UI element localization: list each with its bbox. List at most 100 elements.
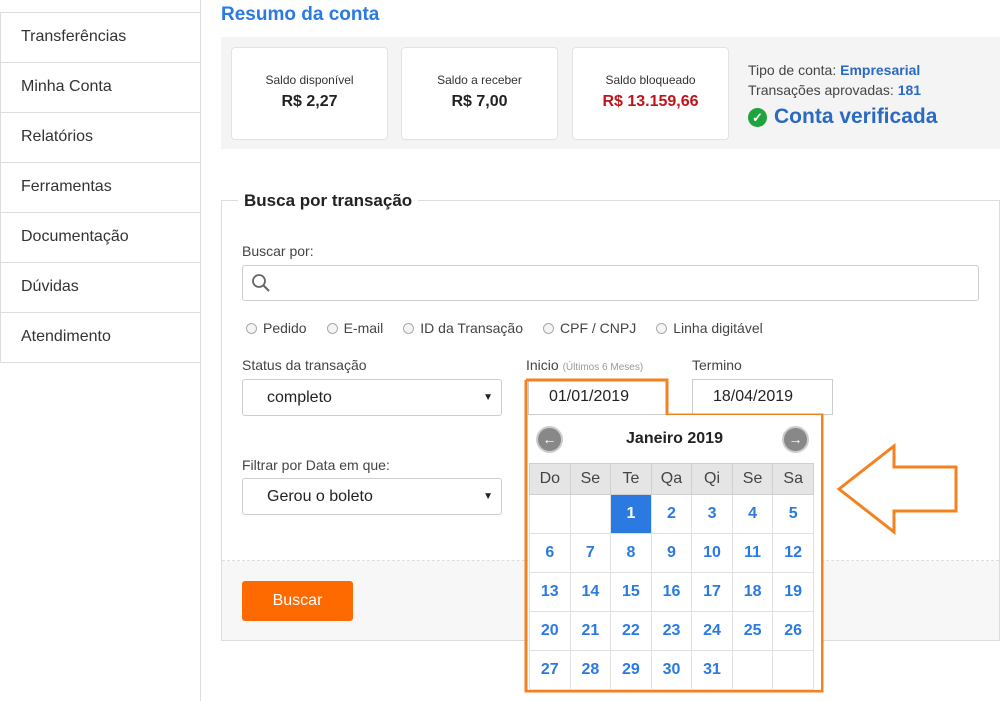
status-label: Status da transação	[242, 357, 367, 373]
radio-label: Linha digitável	[673, 320, 763, 336]
calendar-day-10[interactable]: 10	[691, 533, 733, 573]
calendar-day-13[interactable]: 13	[529, 572, 571, 612]
calendar-empty-cell	[569, 494, 612, 534]
arrow-left-icon[interactable]: ←	[536, 426, 563, 453]
calendar-day-14[interactable]: 14	[569, 572, 612, 612]
radio-linha-digitavel[interactable]: Linha digitável	[656, 320, 763, 336]
calendar-day-21[interactable]: 21	[569, 611, 612, 651]
calendar-day-11[interactable]: 11	[731, 533, 774, 573]
arrow-right-icon[interactable]: →	[782, 426, 809, 453]
balance-receivable-value: R$ 7,00	[451, 93, 508, 110]
balance-receivable-label: Saldo a receber	[437, 73, 522, 87]
balance-receivable-card: Saldo a receber R$ 7,00	[401, 47, 558, 140]
calendar-day-3[interactable]: 3	[691, 494, 733, 534]
radio-label: ID da Transação	[420, 320, 523, 336]
account-type-label: Tipo de conta:	[748, 62, 837, 78]
calendar-day-6[interactable]: 6	[529, 533, 571, 573]
radio-cpf-cnpj[interactable]: CPF / CNPJ	[543, 320, 636, 336]
calendar-day-9[interactable]: 9	[650, 533, 693, 573]
balance-blocked-value: R$ 13.159,66	[602, 93, 699, 110]
panel-title: Busca por transação	[238, 191, 419, 211]
sidebar-item-atendimento[interactable]: Atendimento	[0, 312, 200, 362]
status-select-value: completo	[267, 389, 332, 406]
balance-blocked-label: Saldo bloqueado	[605, 73, 696, 87]
balance-available-value: R$ 2,27	[281, 93, 338, 110]
search-type-radios: Pedido E-mail ID da Transação CPF / CNPJ…	[246, 320, 783, 336]
calendar-week-row: 13 14 15 16 17 18 19	[529, 572, 814, 612]
calendar-day-4[interactable]: 4	[731, 494, 774, 534]
search-input[interactable]	[242, 265, 979, 301]
caret-down-icon: ▼	[483, 491, 493, 502]
calendar-empty-cell	[529, 494, 571, 534]
calendar-day-8[interactable]: 8	[610, 533, 652, 573]
calendar-day-31[interactable]: 31	[691, 650, 733, 690]
approved-label: Transações aprovadas:	[748, 82, 894, 98]
weekday-header: Do	[529, 463, 571, 495]
sidebar-item-documentacao[interactable]: Documentação	[0, 212, 200, 262]
calendar-day-5[interactable]: 5	[772, 494, 814, 534]
search-button[interactable]: Buscar	[242, 581, 353, 621]
calendar-day-26[interactable]: 26	[772, 611, 814, 651]
calendar-grid: Do Se Te Qa Qi Se Sa 1 2 3 4 5 6 7 8 9 10 11 12 13 14…	[529, 463, 814, 690]
radio-circle-icon	[326, 322, 338, 334]
calendar-empty-cell	[772, 650, 814, 690]
calendar-month: Janeiro 2019	[626, 430, 723, 447]
account-info: Tipo de conta: Empresarial Transações ap…	[748, 60, 921, 100]
calendar-day-24[interactable]: 24	[691, 611, 733, 651]
status-select[interactable]: completo ▼	[242, 379, 502, 416]
radio-circle-icon	[246, 322, 257, 334]
account-summary: Saldo disponível R$ 2,27 Saldo a receber…	[221, 37, 1000, 149]
radio-email[interactable]: E-mail	[326, 320, 384, 336]
caret-down-icon: ▼	[483, 392, 493, 403]
radio-circle-icon	[656, 322, 668, 334]
calendar-day-27[interactable]: 27	[529, 650, 571, 690]
weekday-header: Se	[569, 463, 612, 495]
calendar-week-row: 12345	[529, 494, 814, 534]
weekday-row: Do Se Te Qa Qi Se Sa	[529, 463, 814, 495]
calendar-day-29[interactable]: 29	[610, 650, 652, 690]
balance-available-label: Saldo disponível	[265, 73, 354, 87]
weekday-header: Qa	[650, 463, 693, 495]
verified-text: Conta verificada	[774, 105, 938, 128]
calendar-day-23[interactable]: 23	[650, 611, 693, 651]
calendar-day-7[interactable]: 7	[569, 533, 612, 573]
radio-pedido[interactable]: Pedido	[246, 320, 307, 336]
search-by-label: Buscar por:	[242, 243, 314, 259]
sidebar-item-ferramentas[interactable]: Ferramentas	[0, 162, 200, 212]
balance-available-card: Saldo disponível R$ 2,27	[231, 47, 388, 140]
calendar-day-17[interactable]: 17	[691, 572, 733, 612]
calendar-day-16[interactable]: 16	[650, 572, 693, 612]
sidebar-item-minha-conta[interactable]: Minha Conta	[0, 62, 200, 112]
sidebar-item-relatorios[interactable]: Relatórios	[0, 112, 200, 162]
approved-row: Transações aprovadas: 181	[748, 80, 921, 100]
start-date-hint: (Últimos 6 Meses)	[562, 362, 644, 373]
calendar-day-20[interactable]: 20	[529, 611, 571, 651]
account-type-value: Empresarial	[840, 62, 921, 78]
radio-label: E-mail	[343, 320, 384, 336]
calendar-day-22[interactable]: 22	[610, 611, 652, 651]
sidebar-menu: Transferências Minha Conta Relatórios Fe…	[0, 12, 200, 363]
radio-id-transacao[interactable]: ID da Transação	[403, 320, 523, 336]
calendar-day-25[interactable]: 25	[731, 611, 774, 651]
calendar-day-1[interactable]: 1	[610, 494, 652, 534]
calendar-day-18[interactable]: 18	[731, 572, 774, 612]
weekday-header: Se	[731, 463, 774, 495]
calendar-day-2[interactable]: 2	[650, 494, 693, 534]
calendar-day-28[interactable]: 28	[569, 650, 612, 690]
balance-blocked-card: Saldo bloqueado R$ 13.159,66	[572, 47, 729, 140]
calendar-day-12[interactable]: 12	[772, 533, 814, 573]
approved-count: 181	[897, 82, 922, 98]
date-filter-select[interactable]: Gerou o boleto ▼	[242, 478, 502, 515]
start-date-label-row: Inicio (Últimos 6 Meses)	[526, 357, 643, 373]
check-circle-icon: ✓	[748, 107, 767, 127]
calendar-day-15[interactable]: 15	[610, 572, 652, 612]
verified-status: ✓ Conta verificada	[748, 105, 937, 129]
radio-circle-icon	[403, 322, 415, 334]
calendar-day-30[interactable]: 30	[650, 650, 693, 690]
sidebar-item-duvidas[interactable]: Dúvidas	[0, 262, 200, 312]
sidebar-item-transferencias[interactable]: Transferências	[0, 12, 200, 62]
calendar-empty-cell	[731, 650, 774, 690]
pointer-arrow-icon	[836, 443, 958, 535]
calendar-day-19[interactable]: 19	[772, 572, 814, 612]
weekday-header: Te	[610, 463, 652, 495]
